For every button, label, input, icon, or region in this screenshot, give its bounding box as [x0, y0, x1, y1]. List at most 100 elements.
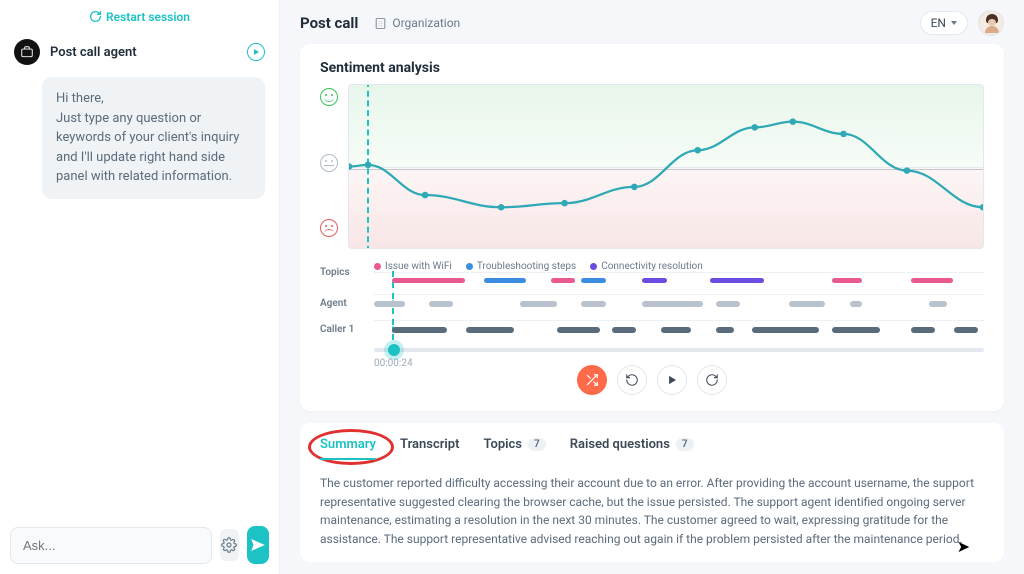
legend-label: Issue with WiFi: [385, 261, 452, 272]
segment[interactable]: [850, 301, 862, 307]
language-select[interactable]: EN: [920, 11, 968, 35]
gear-icon: [221, 537, 237, 553]
tab-badge: 7: [528, 438, 546, 451]
segment[interactable]: [551, 278, 575, 283]
restart-row: Restart session: [0, 0, 279, 33]
agent-track: Agent: [320, 290, 984, 316]
segment[interactable]: [392, 327, 447, 333]
tab-raised-questions[interactable]: Raised questions 7: [570, 437, 694, 460]
segment[interactable]: [557, 327, 600, 333]
play-icon: [665, 373, 679, 387]
sentiment-plot[interactable]: [348, 84, 984, 249]
topics-bar[interactable]: [374, 272, 984, 286]
legend-label: Connectivity resolution: [601, 261, 703, 272]
tab-topics[interactable]: Topics 7: [483, 437, 545, 460]
details-card: SummaryTranscriptTopics7Raised questions…: [300, 423, 1004, 562]
legend-dot: [466, 263, 473, 270]
sentiment-card: Sentiment analysis Topics Issue with: [300, 44, 1004, 411]
rewind-icon: [625, 373, 639, 387]
segment[interactable]: [612, 327, 636, 333]
topics-legend: Issue with WiFi Troubleshooting steps Conn…: [374, 259, 984, 272]
tab-summary[interactable]: Summary: [320, 437, 376, 460]
avatar-illustration: [979, 11, 1004, 36]
timeline-tracks: Topics Issue with WiFiTroubleshooting st…: [320, 255, 984, 342]
restart-session-link[interactable]: Restart session: [89, 10, 190, 24]
segment[interactable]: [911, 327, 935, 333]
segment[interactable]: [716, 327, 734, 333]
agent-header: Post call agent: [0, 33, 279, 73]
user-avatar[interactable]: [978, 10, 1004, 36]
tab-badge: 7: [676, 438, 694, 451]
segment[interactable]: [710, 278, 765, 283]
sad-face-icon: [320, 219, 338, 237]
scrubber-thumb[interactable]: [388, 344, 400, 356]
segment[interactable]: [929, 301, 947, 307]
segment[interactable]: [581, 301, 605, 307]
summary-text: The customer reported difficulty accessi…: [320, 474, 984, 548]
refresh-icon: [89, 10, 102, 23]
building-icon: [374, 17, 387, 30]
agent-bar[interactable]: [374, 294, 984, 312]
tab-transcript[interactable]: Transcript: [400, 437, 459, 460]
main-panel: Post call Organization EN Sentime: [280, 0, 1024, 574]
org-label[interactable]: Organization: [374, 16, 460, 30]
segment[interactable]: [520, 301, 557, 307]
agent-run-icon[interactable]: [247, 43, 265, 61]
chat-panel: Restart session Post call agent Hi there…: [0, 0, 280, 574]
play-button[interactable]: [657, 365, 687, 395]
settings-button[interactable]: [220, 529, 239, 561]
legend-dot: [374, 263, 381, 270]
legend-item: Troubleshooting steps: [466, 261, 576, 272]
segment[interactable]: [392, 278, 465, 283]
playback-controls: [320, 365, 984, 399]
shuffle-icon: [585, 373, 599, 387]
restart-session-label: Restart session: [106, 10, 190, 24]
segment[interactable]: [466, 327, 515, 333]
segment[interactable]: [374, 301, 405, 307]
sentiment-chart: [320, 84, 984, 249]
agent-body: Just type any question or keywords of yo…: [56, 111, 239, 185]
segment[interactable]: [642, 278, 666, 283]
segment[interactable]: [954, 327, 978, 333]
rewind-button[interactable]: [617, 365, 647, 395]
legend-item: Connectivity resolution: [590, 261, 703, 272]
forward-icon: [705, 373, 719, 387]
tabs-row: SummaryTranscriptTopics7Raised questions…: [320, 437, 984, 460]
legend-label: Troubleshooting steps: [477, 261, 576, 272]
shuffle-button[interactable]: [577, 365, 607, 395]
legend-item: Issue with WiFi: [374, 261, 452, 272]
segment[interactable]: [911, 278, 954, 283]
page-title: Post call: [300, 14, 358, 32]
sentiment-line: [349, 85, 983, 248]
timeline-scrubber[interactable]: [374, 348, 984, 352]
chevron-down-icon: [951, 21, 957, 25]
send-icon: [249, 536, 267, 554]
topics-track: Topics Issue with WiFiTroubleshooting st…: [320, 255, 984, 290]
segment[interactable]: [832, 327, 881, 333]
tab-label: Summary: [320, 437, 376, 452]
agent-message: Hi there, Just type any question or keyw…: [42, 77, 265, 199]
segment[interactable]: [752, 327, 819, 333]
ask-input[interactable]: [10, 527, 212, 564]
tab-label: Raised questions: [570, 437, 670, 452]
forward-button[interactable]: [697, 365, 727, 395]
segment[interactable]: [789, 301, 826, 307]
tab-label: Transcript: [400, 437, 459, 452]
tab-label: Topics: [483, 437, 522, 452]
segment[interactable]: [484, 278, 527, 283]
sentiment-scale: [320, 84, 348, 249]
sentiment-title: Sentiment analysis: [320, 60, 984, 76]
briefcase-icon: [20, 45, 34, 59]
top-bar: Post call Organization EN: [300, 10, 1004, 44]
send-button[interactable]: [247, 526, 269, 564]
caller-bar[interactable]: [374, 320, 984, 338]
segment[interactable]: [716, 301, 740, 307]
legend-dot: [590, 263, 597, 270]
segment[interactable]: [661, 327, 692, 333]
segment[interactable]: [581, 278, 605, 283]
segment[interactable]: [832, 278, 863, 283]
language-label: EN: [931, 16, 946, 30]
caller-track: Caller 1: [320, 316, 984, 342]
segment[interactable]: [429, 301, 453, 307]
segment[interactable]: [642, 301, 703, 307]
